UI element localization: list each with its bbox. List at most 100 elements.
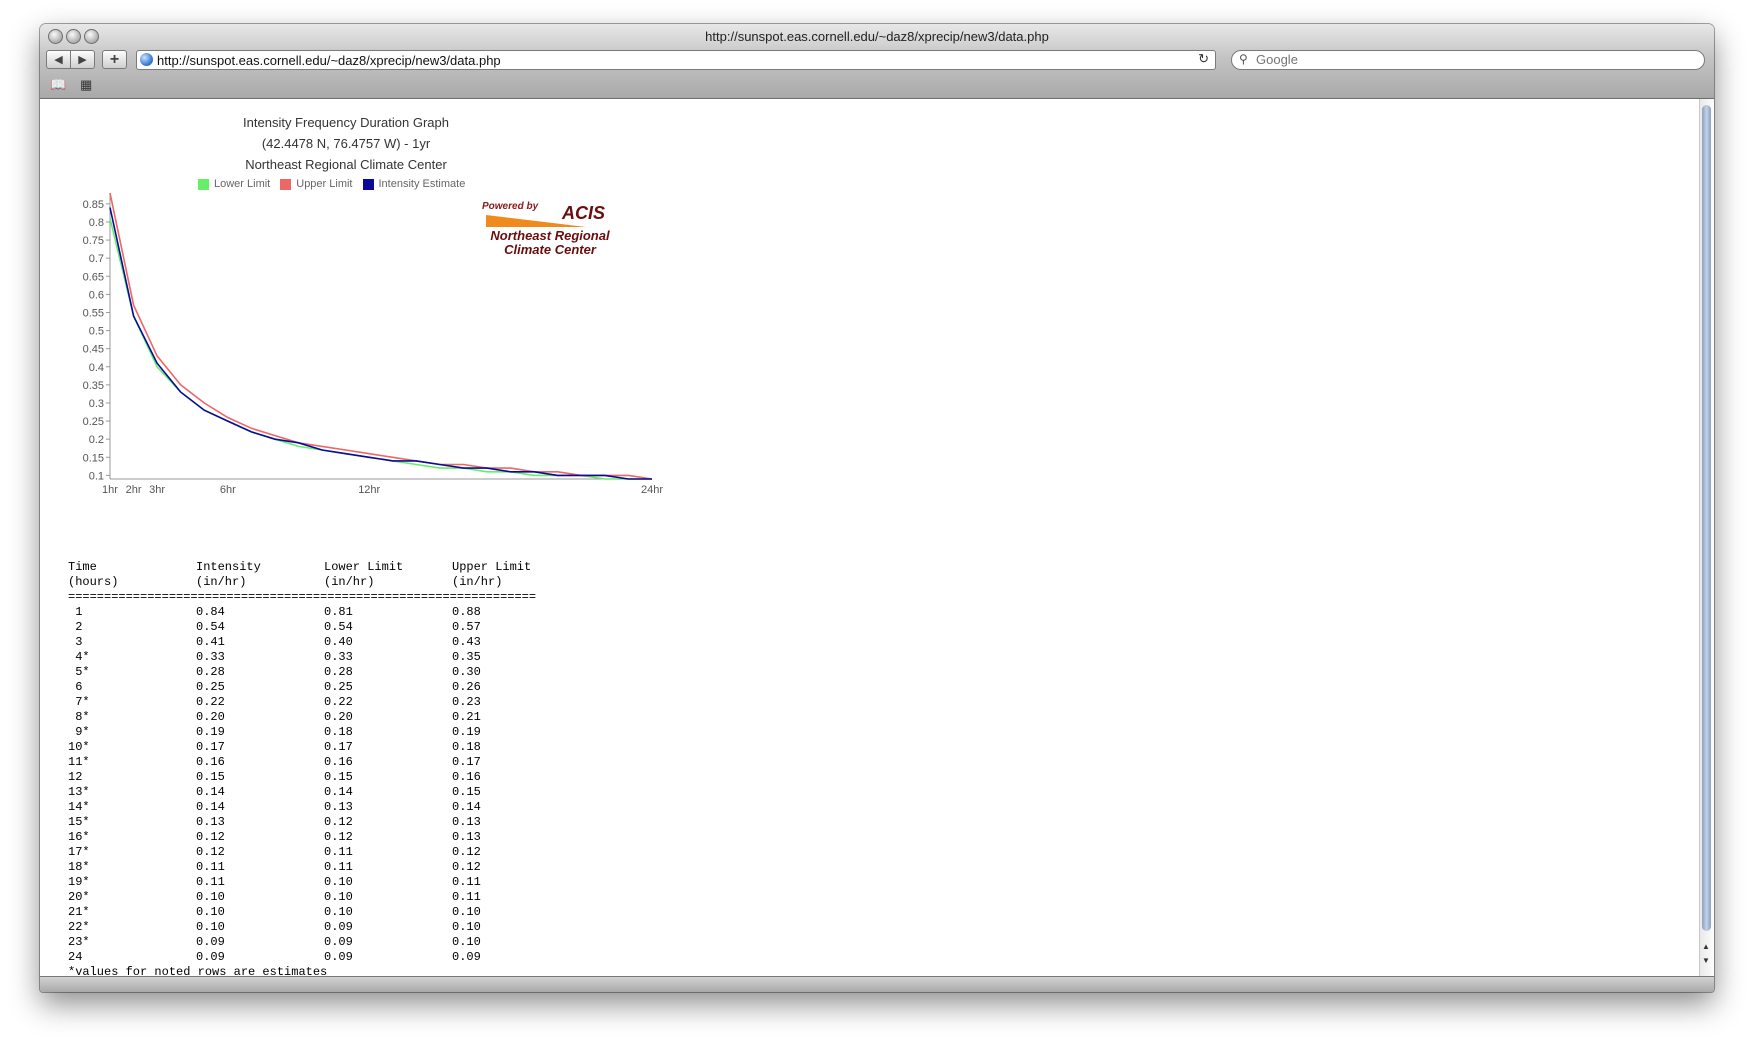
add-bookmark-button[interactable]: +: [102, 50, 127, 69]
cell-intensity: 0.19: [196, 725, 225, 739]
search-input[interactable]: [1256, 52, 1686, 67]
y-tick-label: 0.8: [89, 217, 104, 229]
page-content: Intensity Frequency Duration Graph (42.4…: [40, 99, 1700, 977]
y-tick-label: 0.3: [89, 398, 104, 410]
cell-lower-limit: 0.10: [324, 890, 353, 904]
cell-lower-limit: 0.20: [324, 710, 353, 724]
y-tick-label: 0.45: [83, 344, 104, 356]
cell-intensity: 0.17: [196, 740, 225, 754]
x-tick-label: 2hr: [126, 484, 142, 496]
header-lower-limit: Lower Limit: [324, 560, 404, 574]
cell-lower-limit: 0.18: [324, 725, 353, 739]
cell-intensity: 0.09: [196, 950, 225, 964]
cell-intensity: 0.20: [196, 710, 225, 724]
status-bar: [40, 976, 1714, 992]
back-button[interactable]: ◀: [46, 50, 71, 69]
legend-swatch-estimate: [362, 178, 374, 190]
table-row: 18* 0.11 0.11 0.12: [68, 860, 552, 875]
table-row: 5* 0.28 0.28 0.30: [68, 665, 552, 680]
x-tick-label: 24hr: [641, 484, 663, 496]
cell-lower-limit: 0.12: [324, 815, 353, 829]
reload-icon[interactable]: ↻: [1198, 51, 1209, 67]
cell-upper-limit: 0.35: [452, 650, 481, 664]
cell-lower-limit: 0.14: [324, 785, 353, 799]
cell-intensity: 0.13: [196, 815, 225, 829]
table-row: 8* 0.20 0.20 0.21: [68, 710, 552, 725]
header-upper-unit: (in/hr): [452, 575, 503, 589]
x-tick-label: 12hr: [358, 484, 380, 496]
table-row: 15* 0.13 0.12 0.13: [68, 815, 552, 830]
x-axis: 1hr 2hr 3hr 6hr 12hr 24hr: [102, 478, 663, 496]
y-tick-label: 0.55: [83, 307, 104, 319]
chart-title-line-2: (42.4478 N, 76.4757 W) - 1yr: [261, 136, 431, 151]
table-row: 11* 0.16 0.16 0.17: [68, 755, 552, 770]
cell-lower-limit: 0.10: [324, 905, 353, 919]
cell-lower-limit: 0.25: [324, 680, 353, 694]
table-body: 1 0.84 0.81 0.88 2 0.54 0.54 0.57 3 0.41 0.40 0.4…: [68, 605, 552, 965]
cell-upper-limit: 0.10: [452, 920, 481, 934]
cell-upper-limit: 0.57: [452, 620, 481, 634]
legend-swatch-lower: [198, 178, 209, 190]
table-row: 21* 0.10 0.10 0.10: [68, 905, 552, 920]
vertical-scrollbar[interactable]: ▲ ▼: [1699, 99, 1714, 977]
bookmarks-book-icon[interactable]: 📖: [50, 77, 66, 93]
legend-label-upper: Upper Limit: [296, 178, 353, 190]
address-text[interactable]: http://sunspot.eas.cornell.edu/~daz8/xpr…: [157, 53, 501, 68]
table-row: 24 0.09 0.09 0.09: [68, 950, 552, 965]
scroll-up-arrow-icon[interactable]: ▲: [1702, 942, 1710, 951]
cell-upper-limit: 0.18: [452, 740, 481, 754]
legend-item-intensity-estimate: Intensity Estimate: [362, 178, 466, 190]
cell-upper-limit: 0.11: [452, 890, 481, 904]
cell-intensity: 0.33: [196, 650, 225, 664]
cell-intensity: 0.10: [196, 890, 225, 904]
y-tick-label: 0.2: [89, 434, 104, 446]
scroll-down-arrow-icon[interactable]: ▼: [1702, 956, 1710, 965]
cell-intensity: 0.22: [196, 695, 225, 709]
scrollbar-thumb[interactable]: [1702, 105, 1711, 931]
y-tick-label: 0.6: [89, 289, 104, 301]
cell-time: 6: [68, 680, 83, 694]
cell-time: 9*: [68, 725, 90, 739]
legend-label-lower: Lower Limit: [214, 178, 271, 190]
cell-upper-limit: 0.23: [452, 695, 481, 709]
cell-intensity: 0.12: [196, 830, 225, 844]
cell-upper-limit: 0.15: [452, 785, 481, 799]
legend-label-estimate: Intensity Estimate: [378, 178, 466, 190]
cell-lower-limit: 0.11: [324, 845, 353, 859]
x-tick-label: 6hr: [220, 484, 236, 496]
cell-time: 13*: [68, 785, 90, 799]
cell-time: 8*: [68, 710, 90, 724]
cell-intensity: 0.10: [196, 920, 225, 934]
cell-lower-limit: 0.54: [324, 620, 353, 634]
cell-time: 16*: [68, 830, 90, 844]
search-field[interactable]: ⚲: [1231, 50, 1705, 70]
header-time-unit: (hours): [68, 575, 119, 589]
address-bar[interactable]: http://sunspot.eas.cornell.edu/~daz8/xpr…: [136, 50, 1216, 70]
chart-title-line-1: Intensity Frequency Duration Graph: [243, 115, 449, 130]
cell-lower-limit: 0.17: [324, 740, 353, 754]
cell-intensity: 0.54: [196, 620, 225, 634]
series-line-intensity-estimate: [109, 207, 652, 480]
cell-upper-limit: 0.14: [452, 800, 481, 814]
chart-title-line-3: Northeast Regional Climate Center: [245, 157, 447, 172]
cell-upper-limit: 0.30: [452, 665, 481, 679]
legend-item-upper-limit: Upper Limit: [280, 178, 353, 190]
table-row: 9* 0.19 0.18 0.19: [68, 725, 552, 740]
y-tick-label: 0.5: [89, 326, 104, 338]
table-row: 19* 0.11 0.10 0.11: [68, 875, 552, 890]
table-row: 4* 0.33 0.33 0.35: [68, 650, 552, 665]
legend-swatch-upper: [280, 178, 292, 190]
forward-button[interactable]: ▶: [70, 50, 95, 69]
cell-time: 19*: [68, 875, 90, 889]
cell-time: 20*: [68, 890, 90, 904]
cell-intensity: 0.25: [196, 680, 225, 694]
y-tick-label: 0.15: [83, 452, 104, 464]
table-header-row-2: (hours) (in/hr) (in/hr) (in/hr): [68, 575, 552, 590]
cell-upper-limit: 0.88: [452, 605, 481, 619]
chart-legend: Lower Limit Upper Limit Intensity Estima…: [198, 178, 465, 190]
top-sites-grid-icon[interactable]: ▦: [80, 77, 92, 93]
cell-time: 23*: [68, 935, 90, 949]
table-row: 7* 0.22 0.22 0.23: [68, 695, 552, 710]
cell-lower-limit: 0.16: [324, 755, 353, 769]
y-tick-label: 0.1: [89, 470, 104, 482]
